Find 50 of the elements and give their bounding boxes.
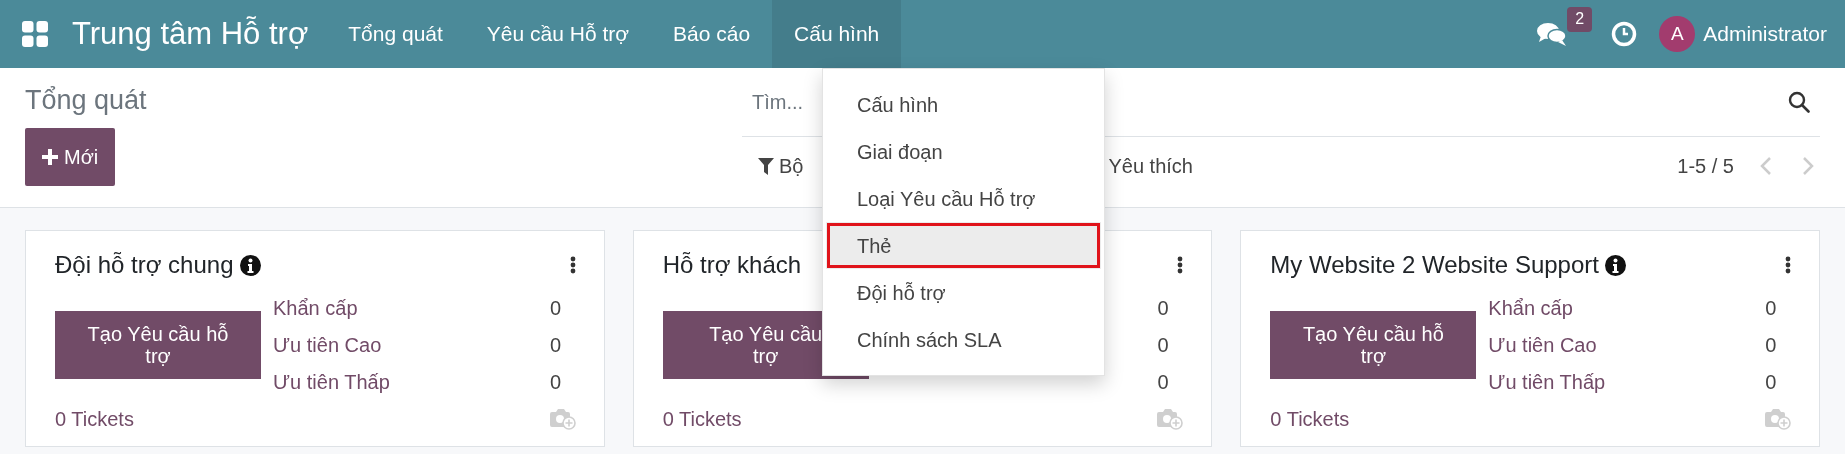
- ticket-count: 0: [1157, 332, 1169, 358]
- ticket-count: 0: [549, 369, 561, 395]
- tickets-link[interactable]: 0 Tickets: [1270, 404, 1350, 434]
- ticket-count: 0: [549, 332, 561, 358]
- ticket-count: 0: [549, 295, 561, 321]
- menu-item[interactable]: Loại Yêu cầu Hỗ trợ: [823, 175, 1104, 222]
- priority-link[interactable]: Ưu tiên Thấp: [273, 366, 390, 397]
- search-icon[interactable]: [1788, 91, 1810, 113]
- ticket-count: 0: [1765, 369, 1777, 395]
- menu-item[interactable]: Yêu cầu Hỗ trợ: [464, 0, 651, 68]
- priority-link[interactable]: Khẩn cấp: [273, 292, 358, 323]
- menu-item[interactable]: Giai đoạn: [823, 128, 1104, 175]
- priority-link[interactable]: Khẩn cấp: [1488, 292, 1573, 323]
- app-title: Trung tâm Hỗ trợ: [72, 14, 309, 53]
- info-icon[interactable]: [239, 254, 261, 276]
- create-ticket-button[interactable]: Tạo Yêu cầu hỗ trợ: [1270, 310, 1477, 379]
- more-options-icon[interactable]: [569, 256, 576, 274]
- priority-link[interactable]: Ưu tiên Cao: [1488, 329, 1597, 360]
- priority-link[interactable]: Ưu tiên Thấp: [1488, 366, 1606, 397]
- menu-item[interactable]: Báo cáo: [651, 0, 773, 68]
- notification-badge: 2: [1567, 7, 1593, 32]
- favorites-button[interactable]: Yêu thích: [1108, 151, 1193, 181]
- tickets-link[interactable]: 0 Tickets: [662, 404, 742, 434]
- new-button[interactable]: Mới: [25, 128, 116, 187]
- card-title: Đội hỗ trợ chung: [55, 250, 234, 280]
- info-icon[interactable]: [1604, 254, 1626, 276]
- ticket-count: 0: [1157, 295, 1169, 321]
- more-options-icon[interactable]: [1177, 256, 1184, 274]
- apps-icon[interactable]: [22, 21, 48, 47]
- card-title: Hỗ trợ khách: [662, 250, 802, 280]
- menu-item[interactable]: Tổng quát: [326, 0, 465, 68]
- page-title: Tổng quát: [25, 84, 148, 117]
- menu-item[interactable]: Thẻ: [826, 222, 1101, 269]
- pager-text: 1-5 / 5: [1677, 154, 1734, 179]
- more-options-icon[interactable]: [1785, 256, 1791, 274]
- user-avatar[interactable]: A: [1659, 16, 1696, 52]
- ticket-count: 0: [1765, 332, 1777, 358]
- clock-icon[interactable]: [1611, 21, 1638, 47]
- plus-icon: [42, 149, 58, 166]
- create-ticket-button[interactable]: Tạo Yêu cầu hỗ trợ: [55, 310, 261, 379]
- card-title: My Website 2 Website Support: [1270, 250, 1599, 280]
- filter-icon: [758, 157, 774, 175]
- user-name[interactable]: Administrator: [1703, 18, 1827, 50]
- menu-item[interactable]: Cấu hình: [772, 0, 902, 68]
- ticket-count: 0: [1157, 369, 1169, 395]
- tickets-link[interactable]: 0 Tickets: [55, 404, 134, 434]
- priority-link[interactable]: Ưu tiên Cao: [273, 329, 382, 360]
- ticket-count: 0: [1765, 295, 1777, 321]
- chat-icon[interactable]: [1537, 21, 1568, 47]
- filter-button[interactable]: Bộ: [758, 151, 804, 181]
